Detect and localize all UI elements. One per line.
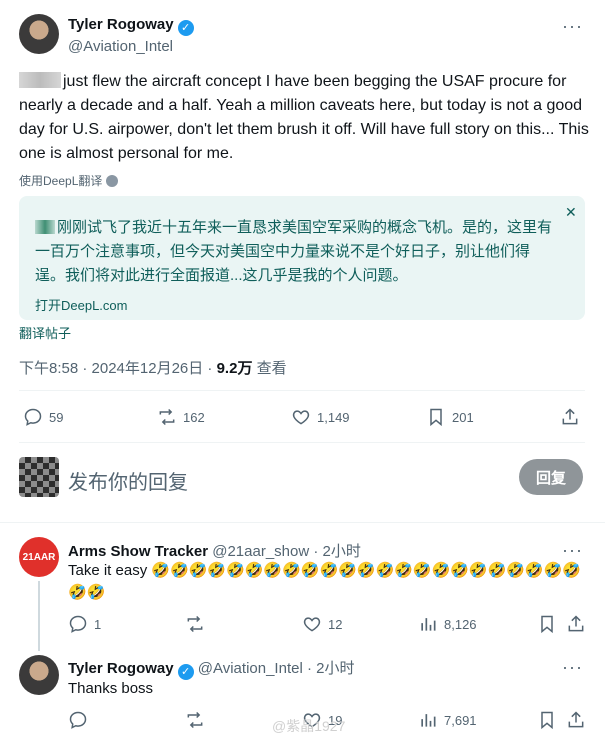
tweet-text-content: just flew the aircraft concept I have be… <box>19 73 589 162</box>
more-options-icon[interactable]: ··· <box>562 16 583 37</box>
analytics-icon <box>421 714 436 727</box>
like-count: 1,149 <box>317 409 350 425</box>
share-action[interactable] <box>566 710 592 730</box>
views-action[interactable]: 8,126 <box>418 614 477 634</box>
share-action[interactable] <box>560 407 586 427</box>
reply-count: 59 <box>49 409 64 425</box>
repost-action[interactable] <box>185 710 211 730</box>
reply-header: Arms Show Tracker @21aar_show · 2小时 <box>68 540 361 561</box>
translation-text-content: 刚刚试飞了我近十五年来一直恳求美国空军采购的概念飞机。是的，这里有一百万个注意事… <box>35 219 553 284</box>
blurred-mention <box>19 72 61 88</box>
reply-time[interactable]: · 2小时 <box>303 660 355 677</box>
watermark: @紫晶1927 <box>272 718 346 734</box>
reply-action[interactable]: 1 <box>68 614 101 634</box>
open-deepl-link[interactable]: 打开DeepL.com <box>35 295 127 314</box>
heart-icon <box>303 617 321 632</box>
repost-icon <box>187 711 203 729</box>
views-action[interactable]: 7,691 <box>418 710 477 730</box>
bookmark-action[interactable] <box>537 710 563 730</box>
repost-icon <box>187 615 203 633</box>
heart-icon <box>292 410 310 425</box>
reply-avatar[interactable]: 21AAR <box>19 537 59 577</box>
translated-by-label[interactable]: 使用DeepL翻译 <box>19 172 119 189</box>
bookmark-action[interactable] <box>537 614 563 634</box>
reply-action[interactable]: 59 <box>23 407 63 427</box>
analytics-icon <box>421 618 436 631</box>
author-avatar[interactable] <box>19 14 59 54</box>
close-icon[interactable]: ✕ <box>565 204 577 221</box>
view-label: 查看 <box>252 360 287 377</box>
reply-header: Tyler Rogoway ✓ @Aviation_Intel · 2小时 <box>68 657 354 680</box>
thread-line <box>38 581 40 651</box>
author-handle[interactable]: @Aviation_Intel <box>68 38 173 55</box>
current-user-avatar <box>19 457 59 497</box>
share-action[interactable] <box>566 614 592 634</box>
settings-icon <box>106 175 119 187</box>
reply-button[interactable]: 回复 <box>519 459 583 495</box>
tweet-text: just flew the aircraft concept I have be… <box>19 70 589 166</box>
reply-text: Take it easy 🤣🤣🤣🤣🤣🤣🤣🤣🤣🤣🤣🤣🤣🤣🤣🤣🤣🤣🤣🤣🤣🤣🤣🤣🤣 <box>68 562 581 601</box>
tweet-meta: 下午8:58 · 2024年12月26日 · 9.2万 查看 <box>19 357 287 378</box>
reply-time[interactable]: · 2小时 <box>309 543 361 560</box>
bookmark-count: 201 <box>452 409 474 425</box>
views-count: 8,126 <box>444 616 477 632</box>
reply-icon <box>69 711 87 729</box>
reply-author-handle[interactable]: @Aviation_Intel <box>198 660 303 677</box>
author-name-text[interactable]: Tyler Rogoway <box>68 16 174 33</box>
share-icon <box>568 615 584 632</box>
reply-icon <box>69 615 87 633</box>
author-name[interactable]: Tyler Rogoway ✓ <box>68 16 194 36</box>
more-options-icon[interactable]: ··· <box>562 657 583 678</box>
reply-icon <box>24 408 42 426</box>
like-action[interactable]: 1,149 <box>291 407 350 427</box>
divider <box>19 442 585 443</box>
like-count: 12 <box>328 616 343 632</box>
repost-action[interactable] <box>185 614 211 634</box>
translated-by-text: 使用DeepL翻译 <box>19 174 103 188</box>
repost-icon <box>159 408 175 426</box>
bookmark-icon <box>541 615 553 634</box>
verified-badge-icon: ✓ <box>177 663 194 680</box>
reply-text: Thanks boss <box>68 680 154 697</box>
like-action[interactable]: 12 <box>302 614 342 634</box>
translation-text: 刚刚试飞了我近十五年来一直恳求美国空军采购的概念飞机。是的，这里有一百万个注意事… <box>35 216 555 288</box>
reply-action[interactable] <box>68 710 94 730</box>
verified-badge-icon: ✓ <box>177 19 194 36</box>
reply-avatar[interactable] <box>19 655 59 695</box>
translate-post-link[interactable]: 翻译帖子 <box>19 323 71 342</box>
tweet-timestamp[interactable]: 下午8:58 · 2024年12月26日 · <box>19 360 217 377</box>
reply-count: 1 <box>94 616 102 632</box>
bookmark-icon <box>541 711 553 730</box>
reply-author-handle[interactable]: @21aar_show <box>212 543 309 560</box>
bookmark-action[interactable]: 201 <box>426 407 474 427</box>
blurred-mention <box>35 220 55 234</box>
share-icon <box>568 711 584 728</box>
views-count: 7,691 <box>444 712 477 728</box>
reply-author-name[interactable]: Tyler Rogoway <box>68 660 174 677</box>
view-count: 9.2万 <box>216 360 253 377</box>
share-icon <box>562 408 578 425</box>
repost-action[interactable]: 162 <box>157 407 205 427</box>
divider <box>19 390 585 391</box>
divider <box>0 522 605 523</box>
reply-author-name[interactable]: Arms Show Tracker <box>68 543 208 560</box>
more-options-icon[interactable]: ··· <box>562 540 583 561</box>
bookmark-icon <box>430 408 442 427</box>
reply-input[interactable]: 发布你的回复 <box>68 466 188 495</box>
repost-count: 162 <box>183 409 205 425</box>
